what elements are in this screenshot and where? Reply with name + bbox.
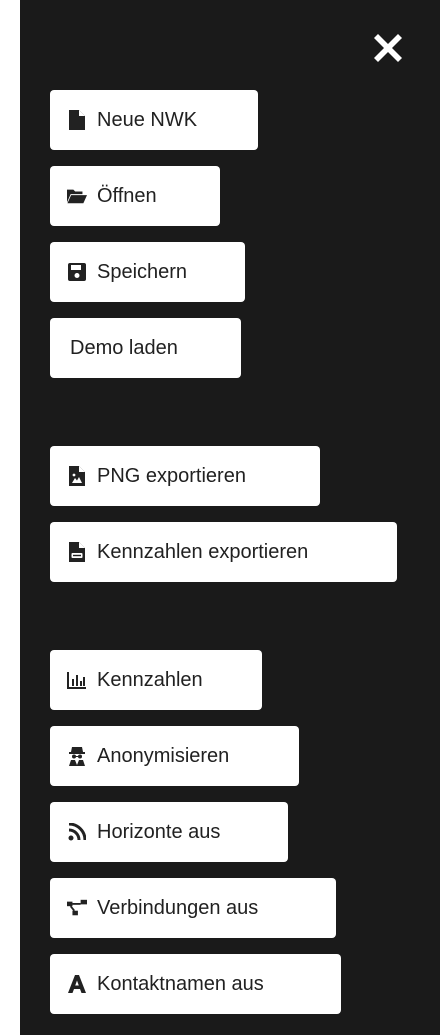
horizons-off-label: Horizonte aus — [97, 820, 221, 843]
connections-off-label: Verbindungen aus — [97, 896, 259, 919]
close-icon — [368, 28, 408, 73]
new-nwk-label: Neue NWK — [97, 108, 198, 131]
anonymize-button[interactable]: Anonymisieren — [50, 726, 299, 786]
bar-chart-icon — [67, 670, 87, 690]
font-icon — [67, 974, 87, 994]
metrics-label: Kennzahlen — [97, 668, 203, 691]
user-secret-icon — [67, 746, 87, 766]
anonymize-label: Anonymisieren — [97, 744, 230, 767]
contact-names-off-label: Kontaktnamen aus — [97, 972, 264, 995]
export-png-label: PNG exportieren — [97, 464, 246, 487]
connections-off-button[interactable]: Verbindungen aus — [50, 878, 336, 938]
export-metrics-button[interactable]: Kennzahlen exportieren — [50, 522, 397, 582]
open-button[interactable]: Öffnen — [50, 166, 220, 226]
csv-file-icon — [67, 542, 87, 562]
contact-names-off-button[interactable]: Kontaktnamen aus — [50, 954, 341, 1014]
metrics-button[interactable]: Kennzahlen — [50, 650, 262, 710]
new-nwk-button[interactable]: Neue NWK — [50, 90, 258, 150]
folder-open-icon — [67, 186, 87, 206]
image-file-icon — [67, 466, 87, 486]
close-button[interactable] — [368, 30, 408, 70]
save-icon — [67, 262, 87, 282]
export-metrics-label: Kennzahlen exportieren — [97, 540, 309, 563]
save-button[interactable]: Speichern — [50, 242, 245, 302]
save-label: Speichern — [97, 260, 188, 283]
network-icon — [67, 898, 87, 918]
open-label: Öffnen — [97, 184, 157, 207]
horizons-off-button[interactable]: Horizonte aus — [50, 802, 288, 862]
export-png-button[interactable]: PNG exportieren — [50, 446, 320, 506]
file-icon — [67, 110, 87, 130]
rss-icon — [67, 822, 87, 842]
load-demo-button[interactable]: Demo laden — [50, 318, 241, 378]
load-demo-label: Demo laden — [70, 336, 178, 359]
